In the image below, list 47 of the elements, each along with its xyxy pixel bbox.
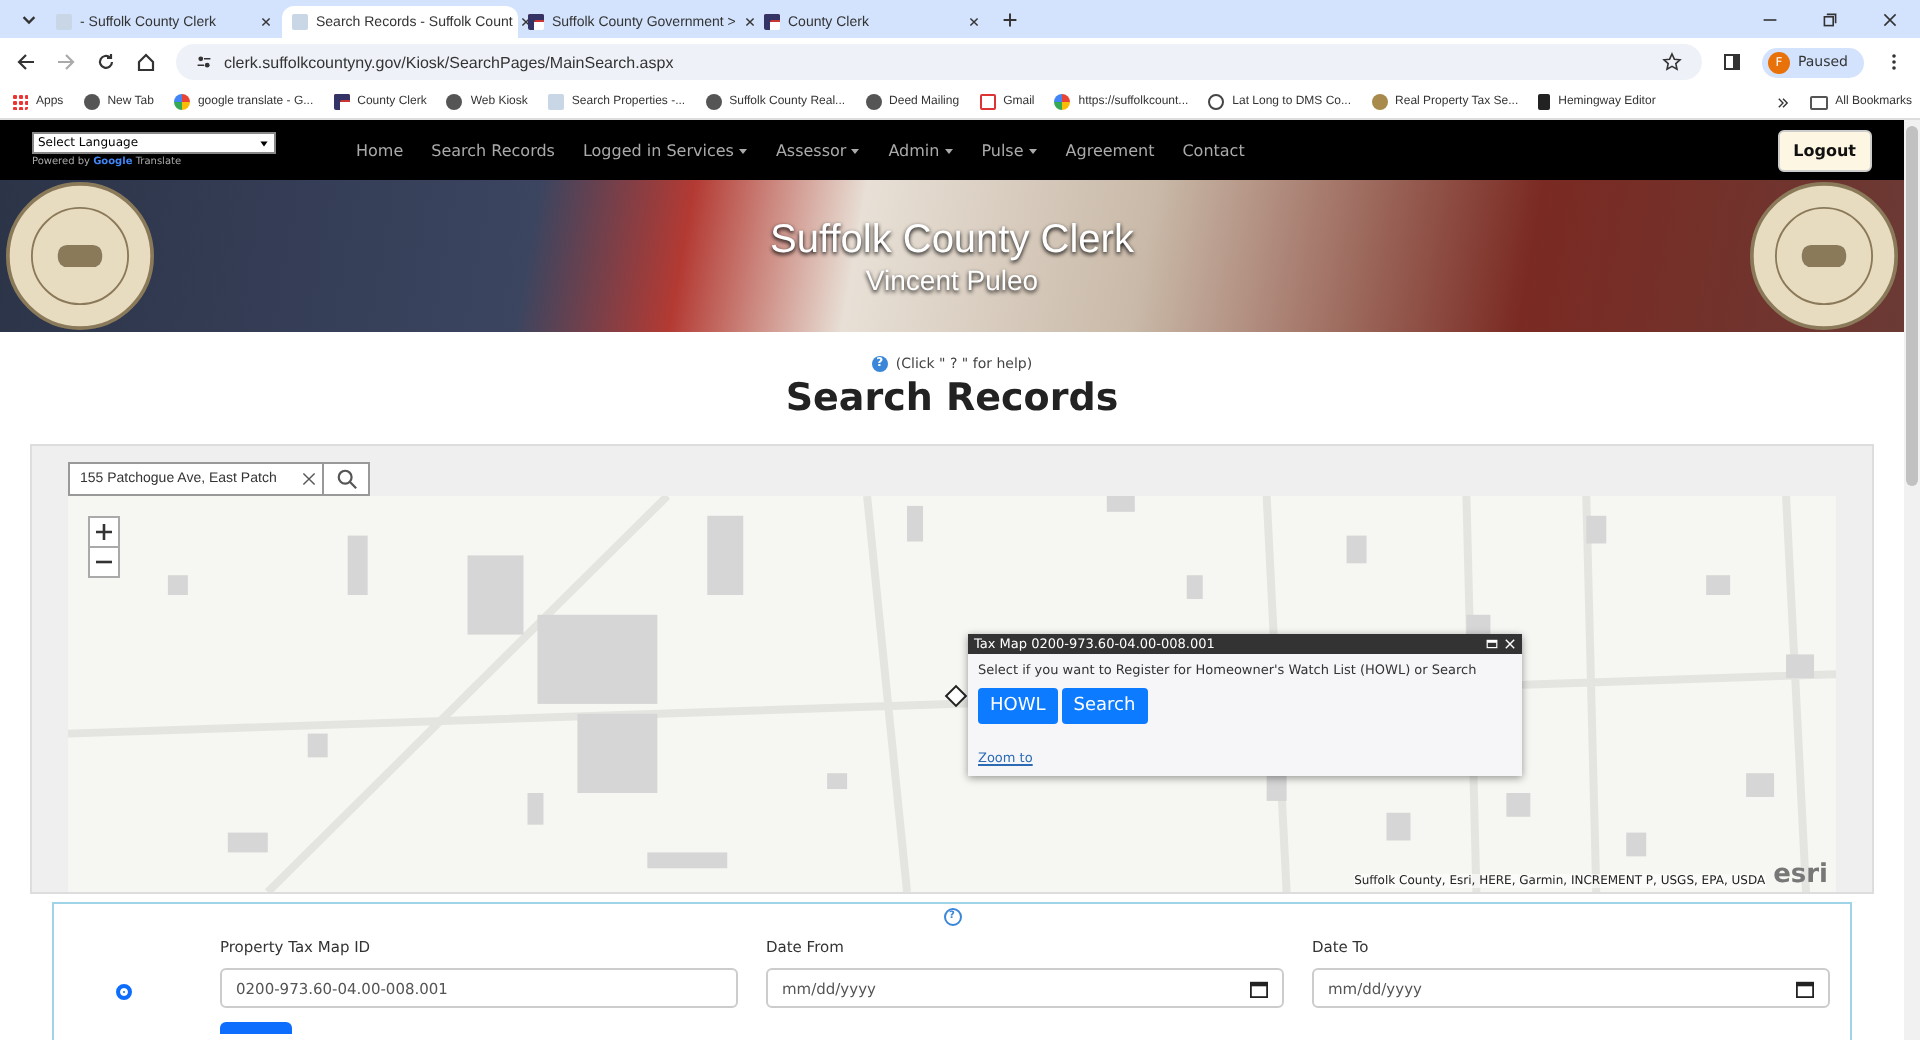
search-button[interactable] — [324, 462, 370, 496]
nav-link[interactable]: Pulse — [981, 141, 1038, 159]
nav-link[interactable]: Admin — [888, 141, 954, 159]
close-icon[interactable] — [1882, 11, 1898, 27]
url-text: clerk.suffolkcountyny.gov/Kiosk/SearchPages/MainSearch.aspx — [224, 53, 674, 71]
home-icon[interactable] — [136, 52, 156, 72]
clear-icon[interactable] — [302, 472, 316, 486]
close-icon[interactable] — [260, 16, 272, 28]
back-icon[interactable] — [16, 52, 36, 72]
logout-button[interactable]: Logout — [1777, 129, 1872, 171]
page-heading: Search Records — [783, 376, 1121, 420]
site-settings-icon[interactable] — [196, 54, 212, 70]
nav-link[interactable]: Logged in Services — [582, 141, 748, 159]
close-icon[interactable] — [968, 16, 980, 28]
calendar-icon[interactable] — [1796, 979, 1814, 997]
address-bar[interactable]: clerk.suffolkcountyny.gov/Kiosk/SearchPages/MainSearch.aspx — [176, 44, 1702, 80]
star-icon[interactable] — [1661, 52, 1682, 72]
side-panel-icon[interactable] — [1721, 52, 1742, 72]
caret-icon[interactable] — [943, 145, 954, 155]
double-chevron-icon[interactable] — [1775, 95, 1790, 109]
popup-button[interactable]: Search — [1061, 688, 1148, 724]
close-icon[interactable] — [743, 16, 756, 28]
nav-link[interactable]: Agreement — [1065, 141, 1155, 159]
caret-icon[interactable] — [1027, 145, 1038, 155]
caret-icon[interactable] — [258, 137, 270, 149]
plus-icon[interactable] — [1002, 11, 1018, 27]
restore-icon[interactable] — [1822, 11, 1838, 27]
nav-link[interactable]: Search Records — [431, 141, 555, 159]
caret-icon[interactable] — [850, 145, 861, 155]
chevron-down-icon[interactable] — [20, 10, 38, 28]
reload-icon[interactable] — [96, 52, 116, 72]
nav-link[interactable]: Contact — [1182, 141, 1245, 159]
calendar-icon[interactable] — [1250, 979, 1268, 997]
maximize-icon[interactable] — [1486, 638, 1498, 650]
county-seal-icon — [2, 182, 158, 330]
radio-button[interactable] — [115, 984, 131, 1000]
banner-title: Suffolk County Clerk — [770, 217, 1134, 263]
map-logo: esri — [1773, 862, 1828, 888]
search-icon[interactable] — [335, 468, 357, 490]
nav-link[interactable]: Home — [356, 141, 404, 159]
popup-button[interactable]: HOWL — [978, 688, 1058, 724]
caret-icon[interactable] — [737, 145, 748, 155]
banner-subtitle: Vincent Puleo — [863, 263, 1041, 295]
zoom-in-icon[interactable] — [90, 518, 118, 546]
close-icon[interactable] — [520, 16, 533, 28]
county-seal-icon — [1746, 182, 1902, 330]
nav-link[interactable]: Assessor — [775, 141, 861, 159]
